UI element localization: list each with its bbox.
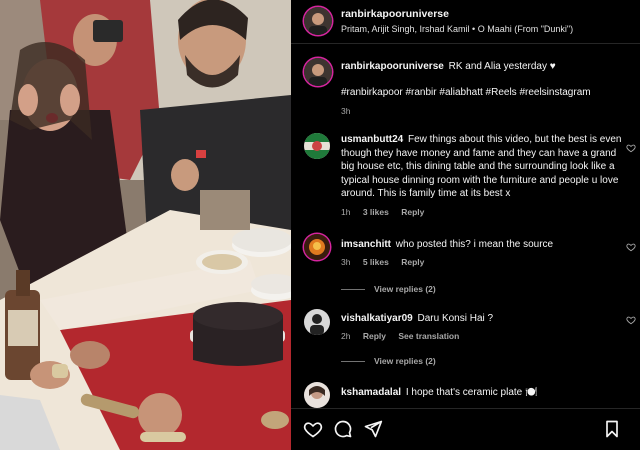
caption-text: ranbirkapooruniverse RK and Alia yesterd… [341, 60, 631, 74]
view-replies-label: View replies (2) [374, 356, 436, 366]
comment-time: 2h [341, 331, 351, 341]
post-panel: ranbirkapooruniverse Pritam, Arijit Sing… [291, 0, 640, 450]
commenter-avatar[interactable] [304, 309, 330, 335]
comment-time: 1h [341, 207, 351, 217]
comment-username[interactable]: vishalkatiyar09 [341, 313, 413, 324]
comment-text: usmanbutt24 Few things about this video,… [341, 133, 631, 201]
comment-likes[interactable]: 5 likes [363, 257, 389, 267]
comment-username[interactable]: usmanbutt24 [341, 134, 403, 145]
comment-text: kshamadalal I hope that's ceramic plate … [341, 386, 631, 400]
heart-icon[interactable] [626, 143, 636, 153]
comment-content: who posted this? i mean the source [395, 239, 554, 250]
caption-content: RK and Alia yesterday ♥ [448, 61, 556, 72]
comment-likes[interactable]: 3 likes [363, 207, 389, 217]
comment-content: Daru Konsi Hai ? [417, 313, 494, 324]
reply-button[interactable]: Reply [401, 207, 424, 217]
caption-avatar[interactable] [304, 58, 332, 86]
heart-icon[interactable] [303, 419, 323, 439]
post-username[interactable]: ranbirkapooruniverse [341, 8, 449, 20]
comment-text: vishalkatiyar09 Daru Konsi Hai ? [341, 312, 631, 326]
reply-thread-line [341, 361, 365, 363]
action-bar [291, 408, 640, 450]
heart-icon[interactable] [626, 242, 636, 252]
profile-avatar[interactable] [304, 7, 332, 35]
caption-hashtags[interactable]: #ranbirkapoor #ranbir #aliabhatt #Reels … [341, 86, 631, 100]
caption-username[interactable]: ranbirkapooruniverse [341, 61, 444, 72]
view-replies-button[interactable]: View replies (2) [341, 356, 436, 366]
reply-button[interactable]: Reply [401, 257, 424, 267]
comment-meta: 2h Reply See translation [341, 331, 469, 341]
comment-icon[interactable] [333, 419, 353, 439]
post-header: ranbirkapooruniverse Pritam, Arijit Sing… [291, 0, 640, 44]
see-translation-button[interactable]: See translation [398, 331, 459, 341]
view-replies-label: View replies (2) [374, 284, 436, 294]
comment-meta: 3h 5 likes Reply [341, 257, 434, 267]
comment-username[interactable]: kshamadalal [341, 387, 401, 398]
bookmark-icon[interactable] [602, 419, 622, 439]
video-frame [0, 0, 291, 450]
reply-thread-line [341, 289, 365, 291]
post-media[interactable] [0, 0, 291, 450]
caption-time: 3h [341, 106, 351, 116]
comment-meta: 1h 3 likes Reply [341, 207, 434, 217]
comment-text: imsanchitt who posted this? i mean the s… [341, 238, 631, 252]
commenter-avatar[interactable] [304, 382, 330, 408]
audio-attribution[interactable]: Pritam, Arijit Singh, Irshad Kamil • O M… [341, 24, 573, 34]
heart-icon[interactable] [626, 315, 636, 325]
comment-time: 3h [341, 257, 351, 267]
comment-content: I hope that's ceramic plate 🍽️ [405, 387, 538, 398]
commenter-avatar[interactable] [304, 133, 330, 159]
comment-username[interactable]: imsanchitt [341, 239, 391, 250]
caption-meta: 3h [341, 106, 360, 116]
commenter-avatar[interactable] [304, 234, 330, 260]
view-replies-button[interactable]: View replies (2) [341, 284, 436, 294]
share-icon[interactable] [363, 419, 383, 439]
reply-button[interactable]: Reply [363, 331, 386, 341]
